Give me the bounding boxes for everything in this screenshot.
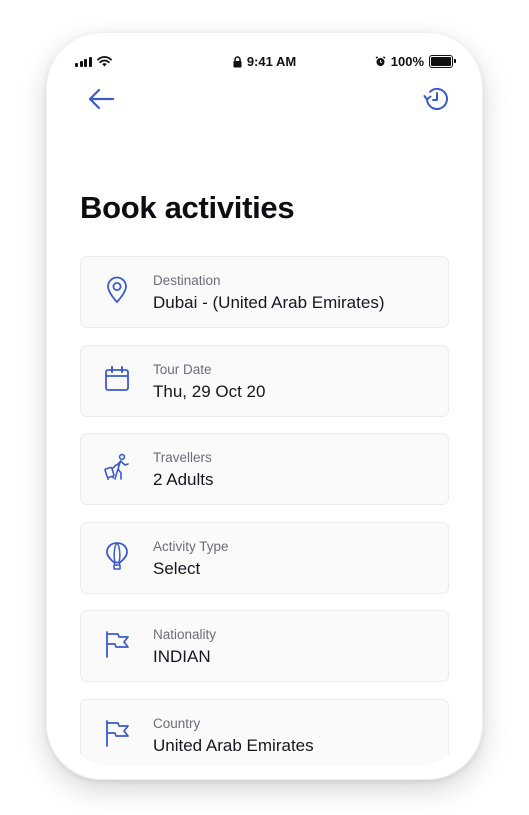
field-label: Travellers [153, 450, 212, 465]
country-field[interactable]: Country United Arab Emirates [80, 698, 449, 766]
history-button[interactable] [421, 84, 451, 114]
battery-percent: 100% [390, 54, 424, 69]
travellers-field[interactable]: Travellers 2 Adults [80, 433, 449, 505]
field-label: Destination [153, 273, 221, 288]
page-title: Book activities [80, 190, 295, 225]
battery-icon [429, 55, 456, 68]
booking-form: Destination Dubai - (United Arab Emirate… [80, 256, 449, 766]
flag-icon [103, 718, 131, 748]
location-pin-icon [103, 275, 131, 305]
tour-date-field[interactable]: Tour Date Thu, 29 Oct 20 [80, 344, 449, 417]
field-value: Thu, 29 Oct 20 [153, 381, 266, 401]
activity-type-field[interactable]: Activity Type Select [80, 521, 449, 594]
hot-air-balloon-icon [103, 541, 131, 571]
field-value: Dubai - (United Arab Emirates) [153, 293, 385, 312]
traveller-icon [103, 452, 131, 482]
field-label: Nationality [153, 627, 217, 642]
status-time: 9:41 AM [246, 54, 297, 69]
calendar-icon [103, 364, 131, 394]
field-label: Country [153, 715, 201, 731]
destination-field[interactable]: Destination Dubai - (United Arab Emirate… [80, 256, 449, 328]
field-value: INDIAN [153, 647, 211, 666]
field-label: Tour Date [153, 361, 212, 377]
status-bar: 9:41 AM 100% [66, 54, 463, 72]
field-value: United Arab Emirates [153, 735, 314, 755]
back-button[interactable] [86, 86, 116, 112]
flag-icon [103, 629, 131, 659]
field-value: 2 Adults [153, 470, 214, 489]
history-icon [423, 87, 448, 110]
alarm-icon [375, 56, 386, 67]
stage: 9:41 AM 100% Book activities Destination… [0, 0, 529, 815]
phone-frame: 9:41 AM 100% Book activities Destination… [46, 32, 483, 780]
app-screen: 9:41 AM 100% Book activities Destination… [66, 38, 463, 766]
lock-icon [233, 55, 242, 68]
status-right: 100% [375, 54, 456, 69]
arrow-left-icon [88, 88, 115, 110]
field-value: Select [153, 558, 201, 578]
field-label: Activity Type [153, 538, 229, 554]
nationality-field[interactable]: Nationality INDIAN [80, 610, 449, 682]
